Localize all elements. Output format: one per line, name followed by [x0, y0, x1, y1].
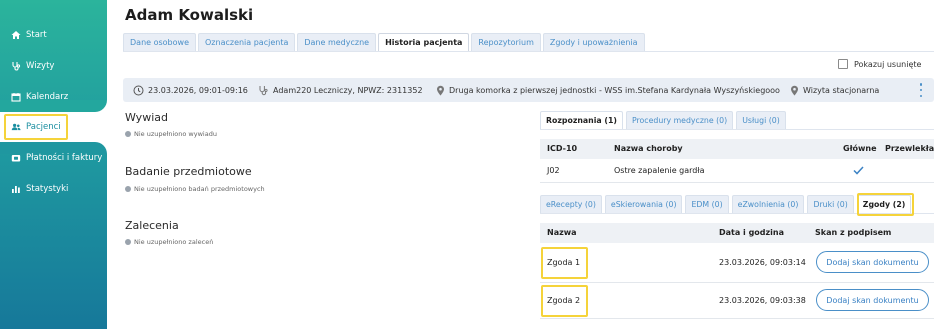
- tab-rozpoznania[interactable]: Rozpoznania (1): [540, 111, 623, 129]
- calendar-icon: [11, 92, 21, 102]
- stethoscope-icon: [259, 85, 268, 95]
- visit-datetime: 23.03.2026, 09:01-09:16: [133, 78, 248, 102]
- tab-druki[interactable]: Druki (0): [807, 195, 854, 213]
- diagnosis-tabs: Rozpoznania (1) Procedury medyczne (0) U…: [540, 111, 789, 129]
- section-note-text: Nie uzupełniono wywiadu: [134, 130, 217, 138]
- visit-datetime-text: 23.03.2026, 09:01-09:16: [148, 85, 248, 95]
- stethoscope-icon: [11, 61, 21, 71]
- checkmark-icon: [853, 166, 864, 177]
- section-note-wywiad: Nie uzupełniono wywiadu: [125, 130, 217, 138]
- tab-dane-medyczne[interactable]: Dane medyczne: [297, 33, 377, 51]
- sidebar-item-kalendarz[interactable]: Kalendarz: [0, 87, 107, 107]
- document-tabs-divider: [540, 213, 934, 214]
- tabs-divider: [123, 51, 934, 52]
- section-note-badanie: Nie uzupełniono badań przedmiotowych: [125, 185, 265, 193]
- sidebar-item-wizyty[interactable]: Wizyty: [0, 56, 107, 76]
- tab-edm[interactable]: EDM (0): [685, 195, 729, 213]
- sidebar-item-label: Statystyki: [26, 184, 69, 194]
- users-icon: [11, 122, 21, 132]
- more-options-icon[interactable]: [918, 83, 924, 97]
- add-scan-button[interactable]: Dodaj skan dokumentu: [816, 289, 929, 311]
- show-deleted-label: Pokazuj usunięte: [854, 59, 922, 69]
- visit-type: Wizyta stacjonarna: [790, 78, 879, 102]
- column-header: Skan z podpisem: [815, 228, 892, 237]
- section-title-badanie: Badanie przedmiotowe: [125, 165, 252, 178]
- sidebar: Start Wizyty Kalendarz Pacjenci Płatnośc…: [0, 0, 107, 329]
- show-deleted-checkbox[interactable]: [838, 59, 848, 69]
- location-pin-icon: [791, 85, 798, 95]
- tab-historia-pacjenta[interactable]: Historia pacjenta: [378, 33, 470, 51]
- tab-procedury-medyczne[interactable]: Procedury medyczne (0): [625, 111, 734, 129]
- tab-zgody-i-upowaznienia[interactable]: Zgody i upoważnienia: [542, 33, 645, 51]
- diagnosis-table-header: ICD-10 Nazwa choroby Główne Przewlekła: [540, 139, 934, 159]
- consent-name: Zgoda 1: [547, 258, 581, 267]
- sidebar-item-label: Kalendarz: [26, 92, 69, 102]
- home-icon: [11, 30, 21, 40]
- visit-info-bar: 23.03.2026, 09:01-09:16 Adam220 Lecznicz…: [123, 78, 934, 102]
- info-icon: [125, 186, 131, 192]
- sidebar-item-label: Płatności i faktury: [26, 153, 103, 163]
- visit-location-text: Druga komorka z pierwszej jednostki - WS…: [449, 85, 780, 95]
- add-scan-button[interactable]: Dodaj skan dokumentu: [816, 251, 929, 273]
- document-tabs: eRecepty (0) eSkierowania (0) EDM (0) eZ…: [540, 195, 914, 213]
- info-icon: [125, 131, 131, 137]
- patient-name: Adam Kowalski: [125, 6, 254, 24]
- sidebar-item-platnosci[interactable]: Płatności i faktury: [0, 148, 107, 168]
- tab-eskierowania[interactable]: eSkierowania (0): [604, 195, 683, 213]
- sidebar-item-start[interactable]: Start: [0, 25, 107, 45]
- column-header: Przewlekła: [885, 144, 935, 153]
- show-deleted-toggle[interactable]: Pokazuj usunięte: [838, 59, 921, 69]
- diagnosis-tabs-divider: [540, 129, 934, 130]
- patient-tabs: Dane osobowe Oznaczenia pacjenta Dane me…: [123, 33, 647, 51]
- visit-doctor-text: Adam220 Leczniczy, NPWZ: 2311352: [273, 85, 423, 95]
- sidebar-item-label: Start: [26, 30, 47, 40]
- consent-datetime: 23.03.2026, 09:03:14: [719, 258, 806, 267]
- table-row: J02 Ostre zapalenie gardła: [540, 159, 934, 183]
- bar-chart-icon: [11, 184, 21, 194]
- column-header: Nazwa: [547, 228, 577, 237]
- column-header: Data i godzina: [719, 228, 785, 237]
- icd-code: J02: [547, 166, 560, 175]
- tab-ezwolnienia[interactable]: eZwolnienia (0): [731, 195, 805, 213]
- section-note-zalecenia: Nie uzupełniono zaleceń: [125, 238, 213, 246]
- consent-name: Zgoda 2: [547, 296, 581, 305]
- column-header: ICD-10: [547, 144, 578, 153]
- consents-table-header: Nazwa Data i godzina Skan z podpisem: [540, 223, 934, 243]
- visit-type-text: Wizyta stacjonarna: [803, 85, 880, 95]
- wallet-icon: [11, 153, 21, 163]
- info-icon: [125, 239, 131, 245]
- visit-location: Druga komorka z pierwszej jednostki - WS…: [436, 78, 780, 102]
- column-header: Główne: [843, 144, 877, 153]
- clock-icon: [133, 85, 144, 95]
- column-header: Nazwa choroby: [614, 144, 683, 153]
- tab-erecepty[interactable]: eRecepty (0): [540, 195, 602, 213]
- tab-uslugi[interactable]: Usługi (0): [736, 111, 786, 129]
- visit-doctor: Adam220 Leczniczy, NPWZ: 2311352: [258, 78, 423, 102]
- location-pin-icon: [437, 85, 444, 95]
- sidebar-item-label: Wizyty: [26, 61, 55, 71]
- section-title-zalecenia: Zalecenia: [125, 219, 179, 232]
- tab-oznaczenia-pacjenta[interactable]: Oznaczenia pacjenta: [198, 33, 296, 51]
- tab-repozytorium[interactable]: Repozytorium: [471, 33, 541, 51]
- tab-zgody[interactable]: Zgody (2): [856, 195, 912, 213]
- section-note-text: Nie uzupełniono badań przedmiotowych: [134, 185, 265, 193]
- sidebar-item-pacjenci[interactable]: Pacjenci: [0, 117, 107, 137]
- sidebar-item-label: Pacjenci: [26, 122, 61, 132]
- section-note-text: Nie uzupełniono zaleceń: [134, 238, 214, 246]
- section-title-wywiad: Wywiad: [125, 111, 168, 124]
- tab-dane-osobowe[interactable]: Dane osobowe: [123, 33, 196, 51]
- disease-name: Ostre zapalenie gardła: [614, 166, 705, 175]
- sidebar-item-statystyki[interactable]: Statystyki: [0, 179, 107, 199]
- consent-datetime: 23.03.2026, 09:03:38: [719, 296, 806, 305]
